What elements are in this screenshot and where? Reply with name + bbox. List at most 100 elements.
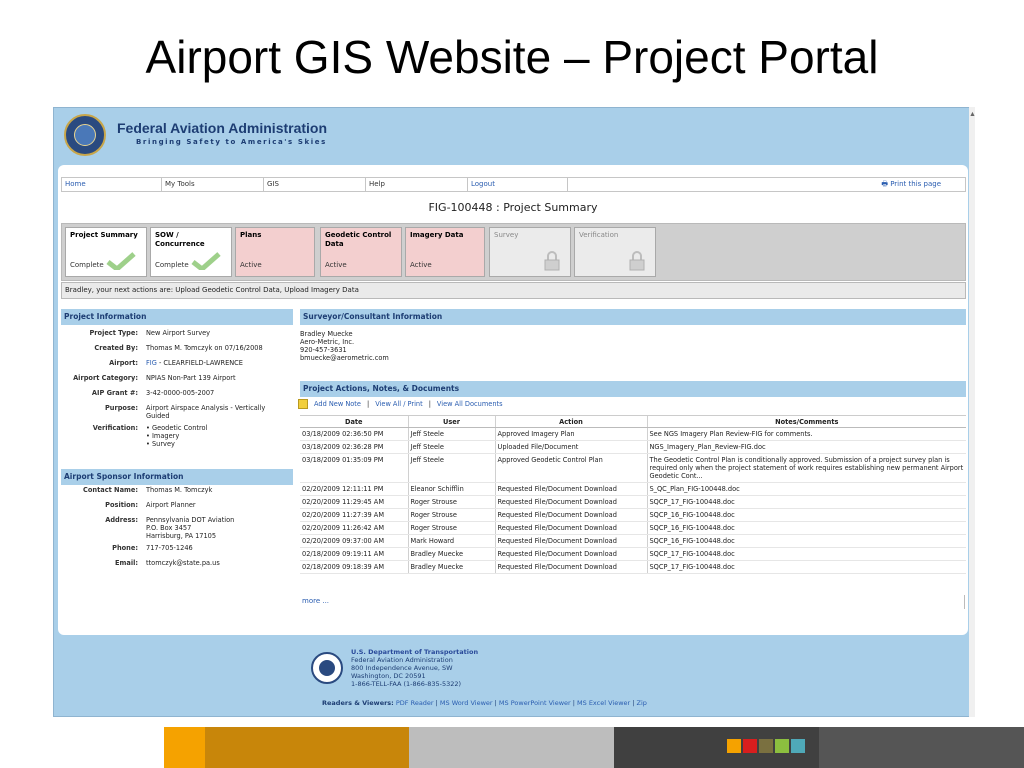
cell-date: 02/18/2009 09:18:39 AM — [300, 560, 408, 574]
zip-link[interactable]: Zip — [637, 699, 647, 707]
scrollbar[interactable]: ▲ — [969, 107, 976, 717]
cell-action: Requested File/Document Download — [494, 508, 647, 522]
tab-status: Complete — [155, 261, 189, 269]
table-row: 02/20/2009 11:27:39 AM Roger Strouse Reque… — [300, 508, 966, 522]
cell-date: 02/18/2009 09:19:11 AM — [300, 547, 408, 561]
cell-action: Approved Imagery Plan — [494, 427, 647, 441]
cell-date: 03/18/2009 02:36:28 PM — [300, 440, 408, 454]
cell-date: 02/20/2009 11:29:45 AM — [300, 495, 408, 509]
tab-sow-concurrence[interactable]: SOW / Concurrence Complete — [150, 227, 232, 277]
band-grey — [409, 727, 614, 768]
label: Contact Name: — [83, 486, 138, 494]
airport-link[interactable]: FIG — [146, 359, 157, 367]
note-icon — [298, 399, 308, 409]
cell-user: Bradley Muecke — [407, 547, 495, 561]
view-documents-link[interactable]: View All Documents — [437, 400, 503, 408]
workflow-tabs: Project Summary Complete SOW / Concurren… — [61, 223, 966, 281]
cell-user: Mark Howard — [407, 534, 495, 548]
cell-action: Requested File/Document Download — [494, 521, 647, 535]
printer-icon: 🖶 — [881, 180, 891, 188]
excel-viewer-link[interactable]: MS Excel Viewer — [577, 699, 630, 707]
browser-screenshot: Federal Aviation Administration Bringing… — [53, 107, 975, 717]
col-date: Date — [300, 415, 408, 428]
faa-seal-logo — [64, 114, 106, 156]
tab-status: Complete — [70, 261, 104, 269]
tab-status: Active — [325, 261, 347, 269]
cell-date: 02/20/2009 11:27:39 AM — [300, 508, 408, 522]
tab-verification[interactable]: Verification — [574, 227, 656, 277]
col-user: User — [407, 415, 495, 428]
cell-action: Uploaded File/Document — [494, 440, 647, 454]
footer-line: 1-866-TELL-FAA (1-866-835-5322) — [351, 680, 462, 688]
tab-imagery-data[interactable]: Imagery Data Active — [405, 227, 485, 277]
cell-date: 02/20/2009 09:37:00 AM — [300, 534, 408, 548]
tab-geodetic-control[interactable]: Geodetic Control Data Active — [320, 227, 402, 277]
surveyor-info: Bradley Muecke Aero-Metric, Inc. 920-457… — [300, 330, 389, 362]
check-icon — [191, 252, 221, 270]
ppt-viewer-link[interactable]: MS PowerPoint Viewer — [499, 699, 571, 707]
tab-label: SOW / Concurrence — [155, 231, 205, 248]
label: Created By: — [94, 344, 138, 352]
cell-action: Requested File/Document Download — [494, 547, 647, 561]
scroll-up-icon[interactable]: ▲ — [969, 111, 976, 119]
actions-heading: Project Actions, Notes, & Documents — [300, 381, 966, 397]
lock-icon — [629, 251, 645, 271]
tab-survey[interactable]: Survey — [489, 227, 571, 277]
tab-status: Active — [410, 261, 432, 269]
cell-user: Roger Strouse — [407, 495, 495, 509]
nav-home[interactable]: Home — [62, 178, 162, 191]
cell-action: Requested File/Document Download — [494, 495, 647, 509]
cell-notes: SQCP_17_FIG-100448.doc — [646, 495, 966, 509]
view-all-print-link[interactable]: View All / Print — [375, 400, 423, 408]
band-brown — [205, 727, 409, 768]
footer-line: Federal Aviation Administration — [351, 656, 453, 664]
nav-help[interactable]: Help — [366, 178, 468, 191]
label: Airport: — [109, 359, 138, 367]
print-link[interactable]: 🖶 Print this page — [568, 178, 965, 191]
cell-user: Eleanor Schifflin — [407, 482, 495, 496]
label: AIP Grant #: — [91, 389, 138, 397]
cell-action: Requested File/Document Download — [494, 482, 647, 496]
actions-links: Add New Note | View All / Print | View A… — [298, 399, 503, 409]
nav-my-tools[interactable]: My Tools — [162, 178, 264, 191]
more-link[interactable]: more ... — [302, 597, 329, 605]
cell-user: Jeff Steele — [407, 440, 495, 454]
table-row: 02/20/2009 11:29:45 AM Roger Strouse Reque… — [300, 495, 966, 509]
label: Phone: — [112, 544, 138, 552]
tab-project-summary[interactable]: Project Summary Complete — [65, 227, 147, 277]
label: Position: — [105, 501, 138, 509]
cell-notes: NGS_Imagery_Plan_Review-FIG.doc — [646, 440, 966, 454]
cell-action: Requested File/Document Download — [494, 560, 647, 574]
table-row: 03/18/2009 01:35:09 PM Jeff Steele Approve… — [300, 453, 966, 483]
cell-user: Bradley Muecke — [407, 560, 495, 574]
value: • Geodetic Control — [146, 424, 208, 432]
tab-status: Active — [240, 261, 262, 269]
airport-name: - CLEARFIELD-LAWRENCE — [156, 359, 243, 367]
value: FIG - CLEARFIELD-LAWRENCE — [146, 359, 243, 367]
dot-name: U.S. Department of Transportation — [351, 648, 479, 656]
surveyor-heading: Surveyor/Consultant Information — [300, 309, 966, 325]
table-row: 02/18/2009 09:19:11 AM Bradley Muecke Requ… — [300, 547, 966, 561]
word-viewer-link[interactable]: MS Word Viewer — [440, 699, 493, 707]
scroll-indicator — [964, 595, 965, 609]
label: Purpose: — [104, 404, 138, 412]
tab-label: Project Summary — [70, 231, 138, 239]
nav-gis[interactable]: GIS — [264, 178, 366, 191]
pdf-reader-link[interactable]: PDF Reader — [396, 699, 434, 707]
value: Airport Airspace Analysis - Vertically — [146, 404, 266, 412]
value: Thomas M. Tomczyk on 07/16/2008 — [146, 344, 263, 352]
table-row: 02/20/2009 12:11:11 PM Eleanor Schifflin R… — [300, 482, 966, 496]
footer-line: Washington, DC 20591 — [351, 672, 426, 680]
add-note-link[interactable]: Add New Note — [314, 400, 361, 408]
value: NPIAS Non-Part 139 Airport — [146, 374, 236, 382]
value: New Airport Survey — [146, 329, 211, 337]
print-label: Print this page — [890, 180, 941, 188]
cell-date: 03/18/2009 02:36:50 PM — [300, 427, 408, 441]
label: Email: — [115, 559, 138, 567]
nav-logout[interactable]: Logout — [468, 178, 568, 191]
value: 3-42-0000-005-2007 — [146, 389, 215, 397]
cell-user: Roger Strouse — [407, 521, 495, 535]
color-square — [775, 739, 789, 753]
tab-plans[interactable]: Plans Active — [235, 227, 315, 277]
lock-icon — [544, 251, 560, 271]
